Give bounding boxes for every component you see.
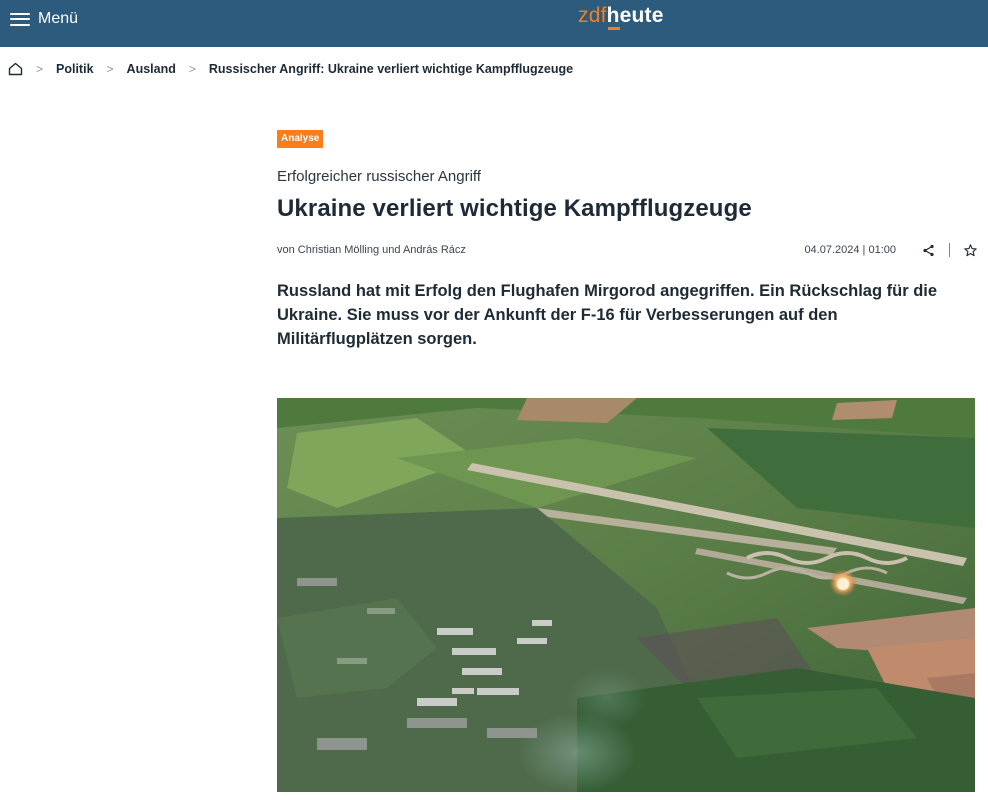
article-header: Analyse Erfolgreicher russischer Angriff… xyxy=(277,128,977,351)
logo-zdf-text: zdf xyxy=(578,4,607,27)
breadcrumb: > Politik > Ausland > Russischer Angriff… xyxy=(8,60,573,78)
menu-label: Menü xyxy=(38,10,79,27)
logo-heute-text: heute xyxy=(606,4,664,30)
chevron-right-icon: > xyxy=(106,62,114,76)
breadcrumb-item-politik[interactable]: Politik xyxy=(56,62,94,76)
top-navigation-bar: Menü zdf heute xyxy=(0,0,988,47)
article-authors: von Christian Mölling und András Rácz xyxy=(277,244,466,256)
article-meta-actions: 04.07.2024 | 01:00 xyxy=(804,243,977,257)
breadcrumb-item-current: Russischer Angriff: Ukraine verliert wic… xyxy=(208,62,574,76)
article-headline: Ukraine verliert wichtige Kampfflugzeuge xyxy=(277,195,752,222)
star-icon[interactable] xyxy=(964,243,977,257)
article-meta: von Christian Mölling und András Rácz 04… xyxy=(277,241,977,259)
hamburger-icon xyxy=(10,12,30,26)
meta-divider xyxy=(949,243,950,257)
article-kicker: Erfolgreicher russischer Angriff xyxy=(277,168,481,185)
article-hero-image xyxy=(277,398,975,792)
aerial-airfield-photo xyxy=(277,398,975,792)
chevron-right-icon: > xyxy=(36,62,44,76)
zdfheute-logo[interactable]: zdf heute xyxy=(578,4,664,30)
analysis-badge: Analyse xyxy=(277,130,324,148)
menu-button[interactable]: Menü xyxy=(10,0,78,38)
article-lead: Russland hat mit Erfolg den Flughafen Mi… xyxy=(277,282,938,348)
home-icon[interactable] xyxy=(8,62,23,76)
publish-date: 04.07.2024 | 01:00 xyxy=(804,244,896,256)
chevron-right-icon: > xyxy=(188,62,196,76)
share-icon[interactable] xyxy=(922,244,935,257)
breadcrumb-item-ausland[interactable]: Ausland xyxy=(127,62,176,76)
